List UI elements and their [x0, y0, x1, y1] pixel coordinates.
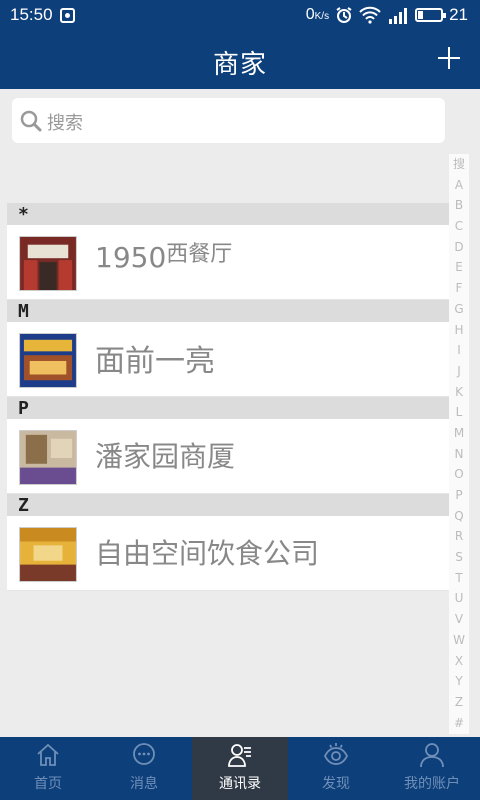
index-letter[interactable]: B — [455, 195, 463, 216]
search-input[interactable]: 搜索 — [12, 98, 445, 143]
network-speed-unit: K/s — [314, 11, 330, 22]
wifi-icon — [359, 6, 381, 24]
tab-label: 首页 — [34, 776, 62, 792]
index-letter[interactable]: G — [454, 299, 463, 320]
list-item[interactable]: 1950西餐厅 — [7, 225, 449, 300]
index-letter[interactable]: P — [455, 485, 462, 506]
index-letter[interactable]: Z — [455, 692, 463, 713]
index-letter[interactable]: Y — [455, 671, 462, 692]
index-letter[interactable]: F — [456, 278, 463, 299]
index-letter[interactable]: O — [454, 464, 463, 485]
tab-discover[interactable]: 发现 — [288, 737, 384, 800]
merchant-thumbnail — [19, 527, 77, 582]
status-right: 0K/s 21 — [306, 5, 468, 25]
network-speed: 0K/s — [306, 6, 329, 24]
list-item[interactable]: 面前一亮 — [7, 322, 449, 397]
notification-icon — [60, 8, 75, 23]
index-letter[interactable]: X — [455, 651, 463, 672]
bottom-tab-bar: 首页 消息 通讯录 发现 我的账户 — [0, 737, 480, 800]
user-icon — [420, 743, 444, 768]
index-letter[interactable]: H — [454, 320, 463, 341]
index-letter[interactable]: # — [454, 713, 464, 734]
home-icon — [37, 743, 59, 766]
index-letter[interactable]: U — [455, 588, 464, 609]
index-letter[interactable]: V — [455, 609, 463, 630]
network-speed-value: 0 — [305, 6, 315, 23]
index-letter[interactable]: R — [455, 526, 463, 547]
add-icon[interactable] — [438, 47, 460, 69]
alarm-icon — [336, 7, 352, 23]
index-letter[interactable]: E — [455, 257, 463, 278]
list-item[interactable]: 潘家园商厦 — [7, 419, 449, 494]
merchant-thumbnail — [19, 236, 77, 291]
battery-level: 21 — [449, 5, 468, 24]
tab-label: 通讯录 — [219, 776, 261, 792]
eye-icon — [323, 743, 349, 765]
index-letter[interactable]: A — [455, 175, 463, 196]
index-letter[interactable]: W — [453, 630, 465, 651]
list-item[interactable]: 自由空间饮食公司 — [7, 516, 449, 591]
page-title: 商家 — [212, 50, 267, 80]
merchant-name-main: 1950 — [95, 241, 167, 274]
index-letter[interactable]: Q — [454, 506, 463, 527]
merchant-name: 1950西餐厅 — [95, 241, 232, 274]
contacts-icon — [228, 744, 251, 767]
merchant-name-suffix: 西餐厅 — [166, 242, 233, 267]
index-letter[interactable]: J — [457, 361, 461, 382]
index-letter[interactable]: M — [454, 423, 464, 444]
merchant-name: 面前一亮 — [95, 344, 215, 379]
index-letter[interactable]: L — [456, 402, 463, 423]
search-icon — [20, 110, 42, 132]
nav-bar: 商家 — [0, 31, 480, 89]
section-header-star: * — [7, 203, 449, 225]
merchant-thumbnail — [19, 333, 77, 388]
tab-my-account[interactable]: 我的账户 — [384, 737, 480, 800]
index-letter[interactable]: T — [455, 568, 462, 589]
section-header-m: M — [7, 300, 449, 322]
index-letter[interactable]: K — [455, 382, 463, 403]
merchant-list: * 1950西餐厅 M 面前一亮 P 潘家园商厦 Z 自由空间饮食公司 — [7, 203, 449, 591]
merchant-name: 自由空间饮食公司 — [95, 537, 320, 570]
battery-icon — [415, 8, 447, 22]
tab-label: 发现 — [322, 776, 350, 792]
tab-contacts[interactable]: 通讯录 — [192, 737, 288, 800]
alphabet-index[interactable]: 搜 A B C D E F G H I J K L M N O P Q R S T U V W X Y Z # — [449, 154, 469, 734]
index-letter[interactable]: I — [457, 340, 461, 361]
section-header-z: Z — [7, 494, 449, 516]
section-header-p: P — [7, 397, 449, 419]
tab-messages[interactable]: 消息 — [96, 737, 192, 800]
message-icon — [133, 743, 155, 765]
index-letter[interactable]: S — [455, 547, 463, 568]
search-placeholder: 搜索 — [47, 113, 83, 134]
signal-icon — [389, 8, 408, 24]
tab-label: 我的账户 — [404, 776, 460, 792]
tab-home[interactable]: 首页 — [0, 737, 96, 800]
index-letter[interactable]: D — [454, 237, 463, 258]
index-letter[interactable]: N — [455, 444, 464, 465]
status-time: 15:50 — [10, 5, 53, 24]
status-bar: 15:50 0K/s 21 — [0, 0, 480, 31]
tab-label: 消息 — [130, 776, 158, 792]
index-letter[interactable]: C — [455, 216, 463, 237]
merchant-thumbnail — [19, 430, 77, 485]
merchant-name: 潘家园商厦 — [95, 440, 236, 473]
index-letter[interactable]: 搜 — [453, 154, 465, 175]
